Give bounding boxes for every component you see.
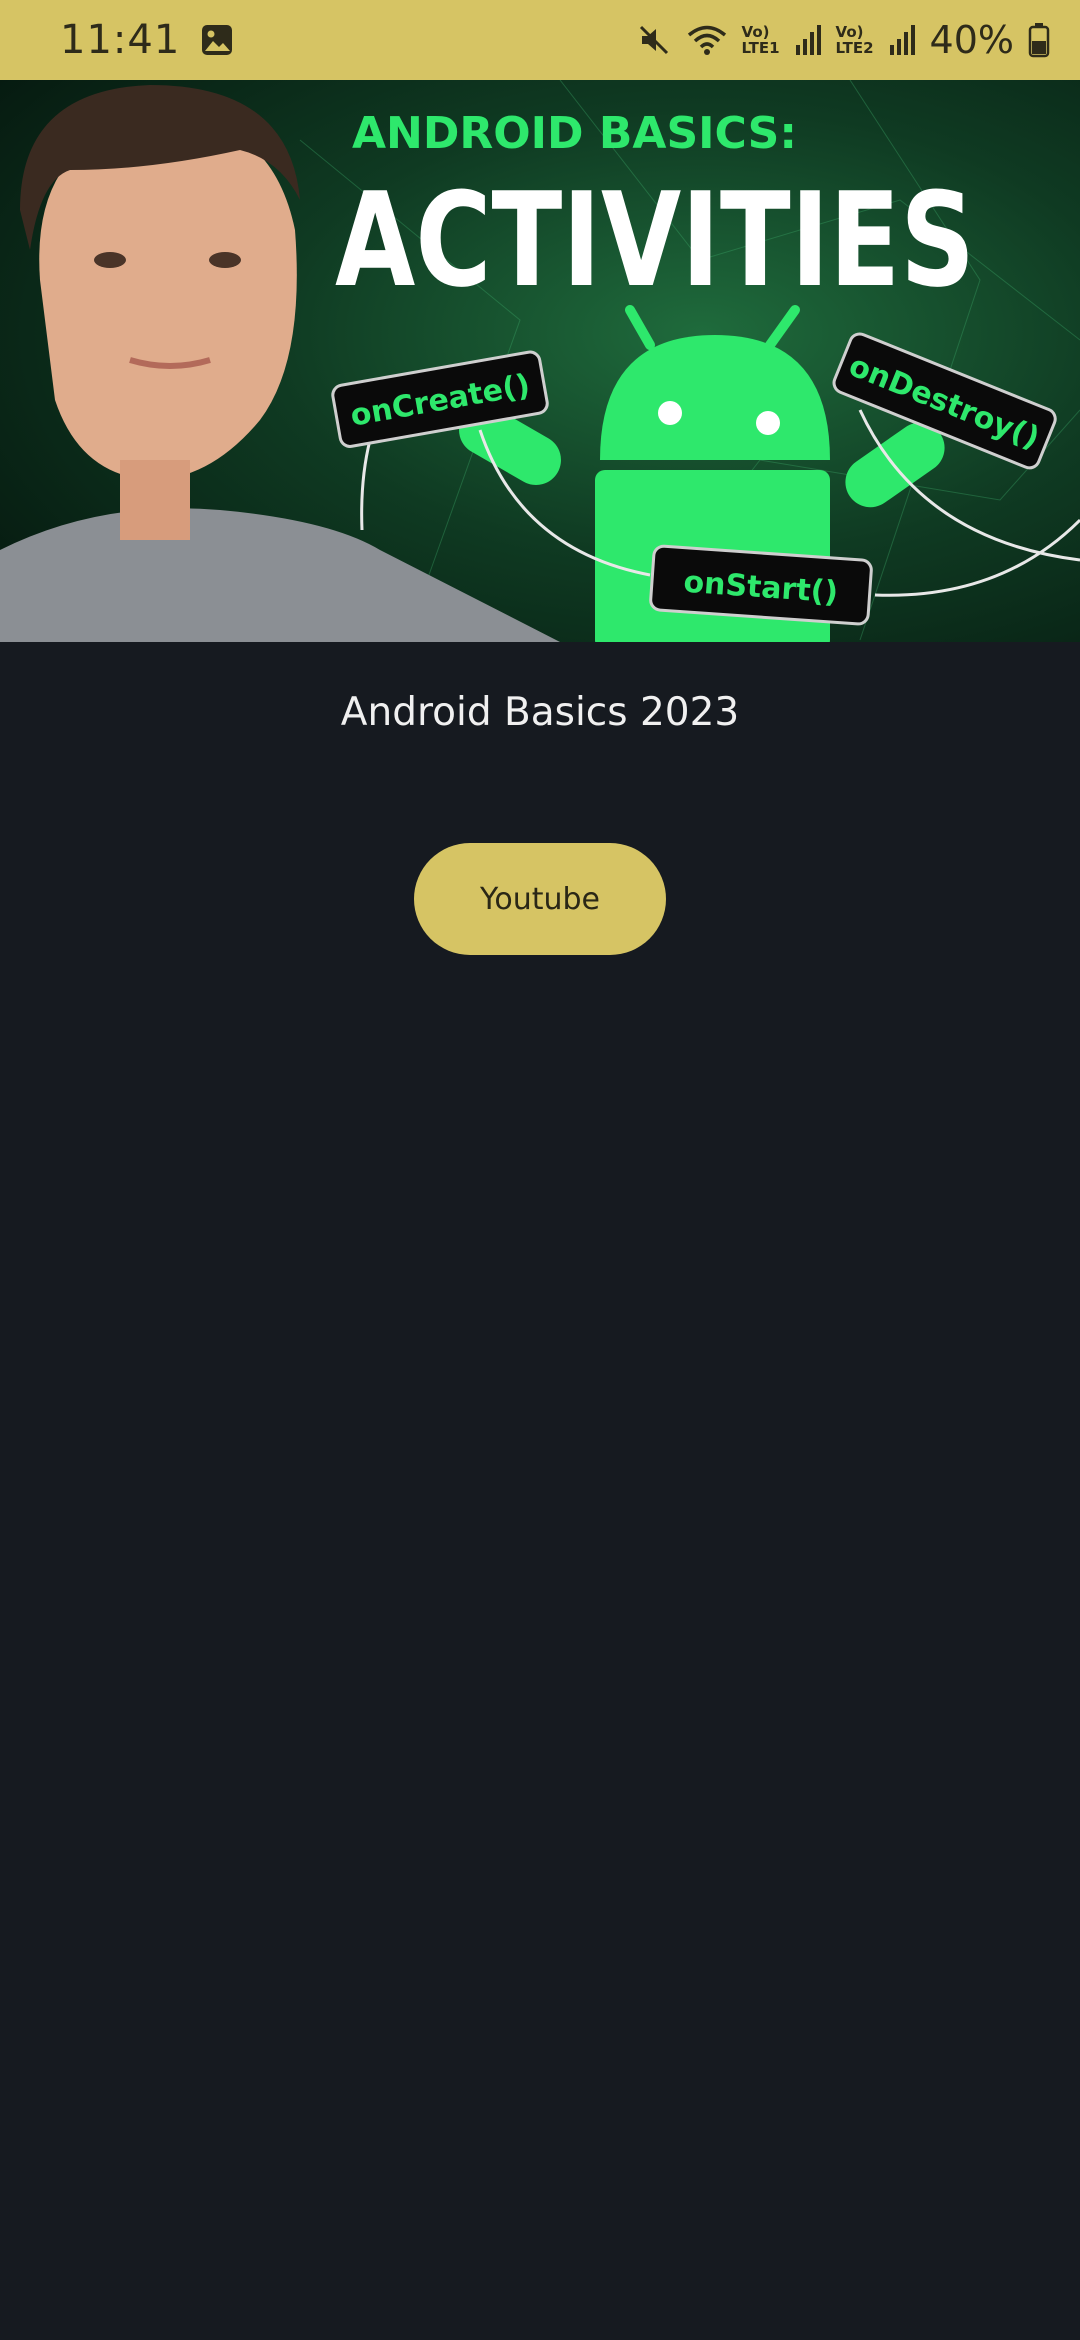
signal-icon	[794, 23, 822, 57]
video-thumbnail: ANDROID BASICS: ACTIVITIES onCreate() on…	[0, 80, 1080, 642]
thumbnail-kicker: ANDROID BASICS:	[352, 108, 797, 159]
status-bar: 11:41 Vo) LTE1 Vo) LTE2 40%	[0, 0, 1080, 80]
status-time: 11:41	[60, 17, 181, 63]
mute-icon	[636, 22, 672, 58]
sim1-volte-label: Vo) LTE1	[741, 23, 780, 57]
page-title: Android Basics 2023	[340, 690, 740, 735]
battery-percent: 40%	[929, 18, 1014, 62]
signal-icon	[888, 23, 916, 57]
thumbnail-headline: ACTIVITIES	[335, 164, 975, 316]
youtube-button[interactable]: Youtube	[414, 843, 666, 955]
wifi-icon	[686, 22, 728, 58]
onstart-tag: onStart()	[649, 544, 873, 626]
gallery-notification-icon	[200, 23, 234, 57]
sim2-volte-label: Vo) LTE2	[835, 23, 874, 57]
battery-icon	[1028, 22, 1050, 58]
